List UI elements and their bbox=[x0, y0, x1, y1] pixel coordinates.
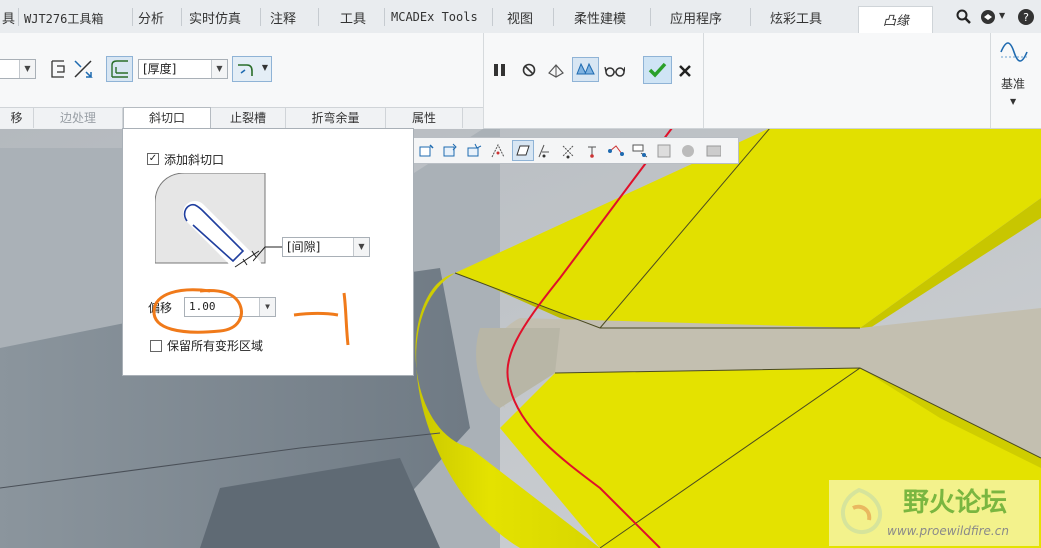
dashboard-tabs: 移 边处理 斜切口 止裂槽 折弯余量 属性 bbox=[0, 107, 483, 130]
group-separator bbox=[990, 33, 991, 128]
datum-icon[interactable] bbox=[998, 37, 1030, 67]
flip-direction-icon[interactable] bbox=[72, 58, 94, 80]
glasses-icon[interactable] bbox=[603, 59, 625, 81]
gap-dropdown[interactable]: [间隙] ▼ bbox=[282, 237, 370, 257]
display-style-icon bbox=[516, 145, 530, 156]
chevron-down-icon: ▼ bbox=[353, 238, 369, 256]
verify-geometry-icon bbox=[576, 62, 595, 75]
tab-placement[interactable]: 移 bbox=[0, 108, 34, 128]
menu-item-annotate[interactable]: 注释 bbox=[270, 8, 296, 27]
view-manager-icon[interactable] bbox=[703, 142, 721, 160]
chevron-down-icon: ▼ bbox=[261, 63, 268, 72]
preview-geometry-icon[interactable] bbox=[545, 59, 567, 81]
help-dropdown-arrow-icon[interactable]: ▼ bbox=[999, 11, 1005, 20]
thickness-dropdown[interactable]: [厚度] ▼ bbox=[138, 59, 228, 79]
thickness-side-button[interactable] bbox=[106, 56, 133, 82]
group-separator bbox=[703, 33, 704, 128]
datum-display-icon[interactable] bbox=[489, 142, 507, 160]
tab-flange[interactable]: 凸缘 bbox=[858, 6, 933, 34]
graphics-toolbar bbox=[413, 137, 739, 164]
menu-separator bbox=[260, 8, 261, 26]
menu-item-tools-partial[interactable]: 具 bbox=[2, 8, 15, 27]
menu-separator bbox=[18, 8, 19, 26]
tab-properties[interactable]: 属性 bbox=[386, 108, 463, 128]
orange-annotation bbox=[152, 288, 350, 346]
chevron-down-icon: ▼ bbox=[19, 60, 35, 78]
tab-bend-allowance[interactable]: 折弯余量 bbox=[286, 108, 386, 128]
bend-icon bbox=[238, 64, 253, 76]
csys-display-icon[interactable] bbox=[607, 142, 625, 160]
add-miter-label: 添加斜切口 bbox=[164, 153, 225, 167]
menu-separator bbox=[318, 8, 319, 26]
help-center-icon[interactable] bbox=[980, 9, 996, 25]
cancel-icon[interactable] bbox=[674, 60, 696, 82]
watermark-title: 野火论坛 bbox=[903, 488, 1008, 518]
no-preview-icon[interactable] bbox=[518, 59, 540, 81]
tab-relief[interactable]: 止裂槽 bbox=[211, 108, 286, 128]
add-miter-checkbox[interactable]: ✓ bbox=[147, 153, 159, 165]
menu-item-applications[interactable]: 应用程序 bbox=[670, 8, 722, 27]
pause-icon[interactable] bbox=[489, 59, 511, 81]
bend-type-button[interactable]: ▼ bbox=[232, 56, 272, 82]
saved-views-icon[interactable] bbox=[465, 142, 483, 160]
flip-edge-icon[interactable] bbox=[48, 58, 70, 80]
menu-separator bbox=[132, 8, 133, 26]
confirm-button[interactable] bbox=[643, 56, 672, 84]
point-display-icon[interactable] bbox=[583, 142, 601, 160]
appearance-icon[interactable] bbox=[679, 142, 697, 160]
spin-center-icon[interactable] bbox=[655, 142, 673, 160]
menu-item-tools[interactable]: 工具 bbox=[340, 8, 366, 27]
menu-item-view[interactable]: 视图 bbox=[507, 8, 533, 27]
group-separator bbox=[483, 33, 484, 128]
chevron-down-icon: ▼ bbox=[211, 60, 227, 78]
menu-separator bbox=[650, 8, 651, 26]
watermark: 野火论坛 www.proewildfire.cn bbox=[829, 480, 1039, 546]
verify-mode-button[interactable] bbox=[572, 57, 599, 82]
menu-item-wjt276[interactable]: WJT276工具箱 bbox=[24, 10, 103, 27]
menu-separator bbox=[553, 8, 554, 26]
menu-separator bbox=[384, 8, 385, 26]
annotation-display-icon[interactable] bbox=[631, 142, 649, 160]
leader-line bbox=[253, 246, 283, 262]
plane-display-icon[interactable] bbox=[535, 142, 553, 160]
tab-miter-cuts[interactable]: 斜切口 bbox=[123, 107, 211, 130]
menu-bar: 具 WJT276工具箱 分析 实时仿真 注释 工具 MCADEx Tools 视… bbox=[0, 0, 1041, 34]
display-style-button[interactable] bbox=[512, 140, 534, 161]
menu-separator bbox=[181, 8, 182, 26]
miter-cut-diagram bbox=[155, 173, 266, 277]
datum-label[interactable]: 基准 bbox=[1001, 75, 1025, 92]
type-dropdown[interactable]: ▼ bbox=[0, 59, 36, 79]
svg-text:?: ? bbox=[1023, 11, 1029, 24]
help-icon[interactable]: ? bbox=[1017, 8, 1035, 26]
repaint-icon[interactable] bbox=[441, 142, 459, 160]
zoom-fit-icon[interactable] bbox=[417, 142, 435, 160]
axis-display-icon[interactable] bbox=[559, 142, 577, 160]
menu-separator bbox=[750, 8, 751, 26]
menu-item-mcadex-tools[interactable]: MCADEx Tools bbox=[391, 10, 478, 24]
tab-edge-treatment[interactable]: 边处理 bbox=[34, 108, 123, 128]
menu-item-color-tools[interactable]: 炫彩工具 bbox=[770, 8, 822, 27]
menu-item-realtime-simulation[interactable]: 实时仿真 bbox=[189, 8, 241, 27]
datum-dropdown-icon[interactable]: ▼ bbox=[1010, 97, 1016, 106]
forum-logo-icon bbox=[840, 487, 883, 534]
thickness-icon bbox=[111, 60, 128, 78]
search-icon[interactable] bbox=[956, 9, 972, 25]
menu-item-analysis[interactable]: 分析 bbox=[138, 8, 164, 27]
watermark-url: www.proewildfire.cn bbox=[887, 524, 1009, 538]
menu-separator bbox=[492, 8, 493, 26]
menu-item-flexible-modeling[interactable]: 柔性建模 bbox=[574, 8, 626, 27]
checkmark-icon bbox=[648, 62, 667, 78]
